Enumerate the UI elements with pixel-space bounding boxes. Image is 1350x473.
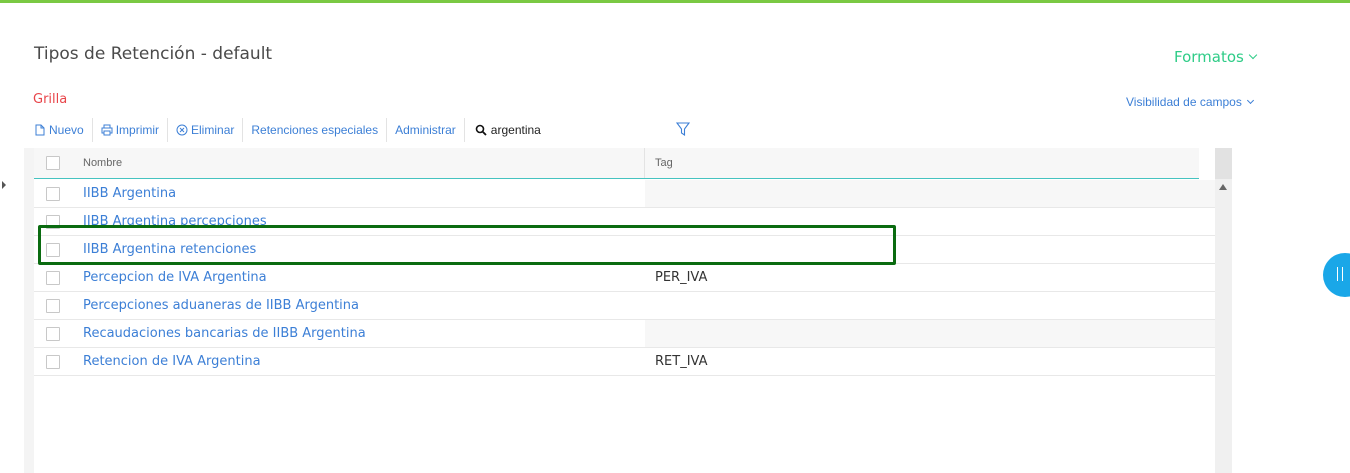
table-row[interactable]: Percepcion de IVA Argentina PER_IVA — [34, 264, 1215, 292]
scroll-up-arrow-icon[interactable] — [1219, 184, 1227, 190]
row-checkbox-cell — [34, 348, 72, 375]
search-box — [465, 123, 651, 137]
grid-rows: IIBB Argentina IIBB Argentina percepcion… — [34, 180, 1215, 376]
nuevo-label: Nuevo — [49, 123, 84, 137]
row-nombre-link[interactable]: Retencion de IVA Argentina — [72, 348, 645, 375]
printer-icon — [101, 124, 113, 136]
panel-handle-icon — [1337, 267, 1343, 281]
eliminar-button[interactable]: Eliminar — [168, 118, 244, 142]
table-row[interactable]: Recaudaciones bancarias de IIBB Argentin… — [34, 320, 1215, 348]
row-tag — [645, 180, 1215, 207]
header-checkbox-cell — [34, 148, 72, 178]
side-panel-toggle-button[interactable] — [1323, 253, 1350, 297]
retenciones-especiales-label: Retenciones especiales — [251, 123, 379, 137]
row-checkbox-cell — [34, 320, 72, 347]
row-checkbox[interactable] — [46, 326, 60, 341]
column-header-nombre[interactable]: Nombre — [72, 148, 645, 178]
grid-header: Nombre Tag — [34, 148, 1199, 179]
vertical-scrollbar[interactable] — [1215, 148, 1232, 473]
scrollbar-header-cap — [1215, 148, 1232, 179]
row-checkbox[interactable] — [46, 270, 60, 285]
page-title: Tipos de Retención - default — [34, 44, 273, 64]
delete-circle-icon — [176, 124, 188, 136]
data-grid: Nombre Tag IIBB Argentina IIBB Argentina… — [24, 148, 1232, 473]
row-checkbox[interactable] — [46, 298, 60, 313]
row-tag — [645, 208, 1215, 235]
visibilidad-campos-dropdown[interactable]: Visibilidad de campos — [1126, 95, 1254, 109]
filter-icon[interactable] — [676, 122, 690, 136]
nuevo-button[interactable]: Nuevo — [32, 118, 93, 142]
table-row[interactable]: IIBB Argentina retenciones — [34, 236, 1215, 264]
eliminar-label: Eliminar — [191, 123, 235, 137]
formatos-label: Formatos — [1174, 48, 1244, 66]
chevron-down-icon — [1248, 50, 1258, 60]
imprimir-button[interactable]: Imprimir — [93, 118, 169, 142]
row-nombre-link[interactable]: Recaudaciones bancarias de IIBB Argentin… — [72, 320, 645, 347]
visibilidad-label: Visibilidad de campos — [1126, 95, 1242, 109]
table-row[interactable]: IIBB Argentina — [34, 180, 1215, 208]
row-checkbox-cell — [34, 208, 72, 235]
row-nombre-link[interactable]: IIBB Argentina retenciones — [72, 236, 645, 263]
chevron-down-icon — [1246, 96, 1254, 104]
retenciones-especiales-button[interactable]: Retenciones especiales — [243, 118, 388, 142]
row-nombre-link[interactable]: Percepcion de IVA Argentina — [72, 264, 645, 291]
row-nombre-link[interactable]: Percepciones aduaneras de IIBB Argentina — [72, 292, 645, 319]
table-row[interactable]: Retencion de IVA Argentina RET_IVA — [34, 348, 1215, 376]
row-checkbox-cell — [34, 292, 72, 319]
table-row[interactable]: IIBB Argentina percepciones — [34, 208, 1215, 236]
row-tag — [645, 292, 1215, 319]
row-nombre-link[interactable]: IIBB Argentina — [72, 180, 645, 207]
new-document-icon — [35, 124, 45, 136]
row-checkbox[interactable] — [46, 354, 60, 369]
formatos-dropdown[interactable]: Formatos — [1174, 48, 1258, 66]
row-checkbox[interactable] — [46, 186, 60, 201]
toolbar: Nuevo Imprimir Eliminar Retenciones espe… — [32, 118, 651, 142]
imprimir-label: Imprimir — [115, 123, 160, 137]
row-checkbox-cell — [34, 180, 72, 207]
search-icon — [475, 124, 487, 136]
top-accent-bar — [0, 0, 1350, 3]
row-checkbox[interactable] — [46, 242, 60, 257]
column-header-tag[interactable]: Tag — [645, 148, 1199, 178]
row-checkbox[interactable] — [46, 214, 60, 229]
row-checkbox-cell — [34, 236, 72, 263]
current-row-indicator-icon — [2, 181, 6, 189]
row-nombre-link[interactable]: IIBB Argentina percepciones — [72, 208, 645, 235]
select-all-checkbox[interactable] — [46, 156, 60, 170]
row-tag: RET_IVA — [655, 354, 708, 369]
row-tag — [645, 236, 1215, 263]
row-tag: PER_IVA — [645, 264, 1215, 291]
section-label-grilla: Grilla — [33, 92, 68, 107]
administrar-label: Administrar — [395, 123, 456, 137]
row-checkbox-cell — [34, 264, 72, 291]
table-row[interactable]: Percepciones aduaneras de IIBB Argentina — [34, 292, 1215, 320]
search-input[interactable] — [490, 123, 651, 137]
row-tag — [645, 320, 1215, 347]
administrar-button[interactable]: Administrar — [387, 118, 465, 142]
